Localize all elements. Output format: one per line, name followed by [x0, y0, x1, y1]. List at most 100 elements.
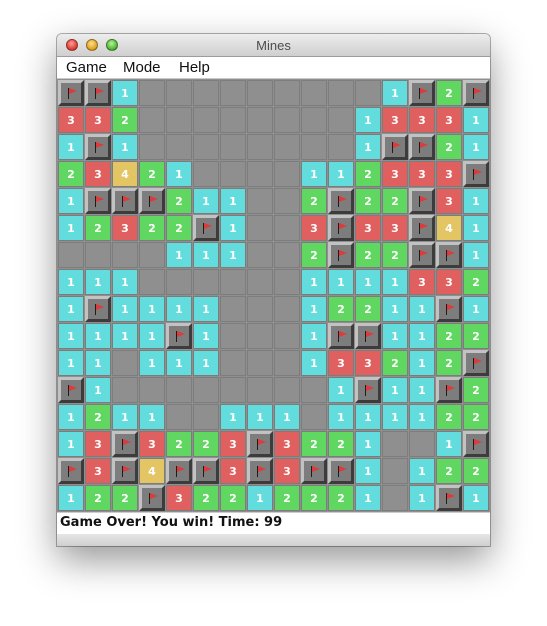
hidden-cell[interactable]	[139, 134, 165, 160]
hidden-cell[interactable]	[220, 134, 246, 160]
number-cell[interactable]: 1	[220, 188, 246, 214]
hidden-cell[interactable]	[328, 134, 354, 160]
number-cell[interactable]: 3	[355, 215, 381, 241]
number-cell[interactable]: 1	[220, 215, 246, 241]
number-cell[interactable]: 3	[85, 107, 111, 133]
number-cell[interactable]: 1	[436, 431, 462, 457]
number-cell[interactable]: 1	[139, 323, 165, 349]
number-cell[interactable]: 1	[220, 242, 246, 268]
hidden-cell[interactable]	[166, 107, 192, 133]
flagged-cell[interactable]	[409, 80, 435, 106]
number-cell[interactable]: 3	[220, 431, 246, 457]
flagged-cell[interactable]	[409, 188, 435, 214]
number-cell[interactable]: 4	[436, 215, 462, 241]
number-cell[interactable]: 1	[355, 431, 381, 457]
number-cell[interactable]: 2	[328, 431, 354, 457]
number-cell[interactable]: 1	[382, 80, 408, 106]
menu-game[interactable]: Game	[66, 59, 107, 76]
hidden-cell[interactable]	[220, 296, 246, 322]
number-cell[interactable]: 3	[301, 215, 327, 241]
hidden-cell[interactable]	[220, 323, 246, 349]
hidden-cell[interactable]	[382, 431, 408, 457]
number-cell[interactable]: 1	[463, 485, 489, 511]
number-cell[interactable]: 3	[85, 458, 111, 484]
flagged-cell[interactable]	[166, 323, 192, 349]
number-cell[interactable]: 2	[436, 134, 462, 160]
flagged-cell[interactable]	[139, 485, 165, 511]
hidden-cell[interactable]	[274, 377, 300, 403]
hidden-cell[interactable]	[220, 377, 246, 403]
number-cell[interactable]: 1	[112, 134, 138, 160]
flagged-cell[interactable]	[328, 323, 354, 349]
hidden-cell[interactable]	[274, 323, 300, 349]
number-cell[interactable]: 2	[382, 188, 408, 214]
number-cell[interactable]: 1	[85, 377, 111, 403]
number-cell[interactable]: 3	[85, 161, 111, 187]
number-cell[interactable]: 3	[436, 107, 462, 133]
flagged-cell[interactable]	[85, 80, 111, 106]
number-cell[interactable]: 2	[328, 485, 354, 511]
number-cell[interactable]: 1	[328, 161, 354, 187]
number-cell[interactable]: 1	[58, 134, 84, 160]
flagged-cell[interactable]	[328, 242, 354, 268]
number-cell[interactable]: 1	[247, 404, 273, 430]
flagged-cell[interactable]	[328, 215, 354, 241]
number-cell[interactable]: 2	[166, 215, 192, 241]
flagged-cell[interactable]	[328, 458, 354, 484]
number-cell[interactable]: 1	[58, 431, 84, 457]
number-cell[interactable]: 1	[409, 323, 435, 349]
number-cell[interactable]: 1	[463, 188, 489, 214]
flagged-cell[interactable]	[247, 431, 273, 457]
hidden-cell[interactable]	[166, 80, 192, 106]
hidden-cell[interactable]	[247, 161, 273, 187]
hidden-cell[interactable]	[139, 242, 165, 268]
number-cell[interactable]: 2	[355, 296, 381, 322]
number-cell[interactable]: 1	[355, 134, 381, 160]
flagged-cell[interactable]	[193, 215, 219, 241]
number-cell[interactable]: 2	[193, 431, 219, 457]
number-cell[interactable]: 2	[139, 215, 165, 241]
number-cell[interactable]: 1	[166, 242, 192, 268]
number-cell[interactable]: 1	[463, 215, 489, 241]
number-cell[interactable]: 1	[355, 485, 381, 511]
hidden-cell[interactable]	[274, 161, 300, 187]
number-cell[interactable]: 1	[58, 188, 84, 214]
flagged-cell[interactable]	[247, 458, 273, 484]
number-cell[interactable]: 1	[463, 134, 489, 160]
hidden-cell[interactable]	[301, 107, 327, 133]
hidden-cell[interactable]	[301, 134, 327, 160]
hidden-cell[interactable]	[247, 215, 273, 241]
hidden-cell[interactable]	[193, 134, 219, 160]
hidden-cell[interactable]	[382, 458, 408, 484]
flagged-cell[interactable]	[409, 134, 435, 160]
flagged-cell[interactable]	[409, 242, 435, 268]
number-cell[interactable]: 2	[166, 188, 192, 214]
hidden-cell[interactable]	[193, 377, 219, 403]
number-cell[interactable]: 1	[355, 107, 381, 133]
hidden-cell[interactable]	[328, 107, 354, 133]
number-cell[interactable]: 2	[463, 458, 489, 484]
hidden-cell[interactable]	[247, 269, 273, 295]
number-cell[interactable]: 1	[409, 404, 435, 430]
hidden-cell[interactable]	[112, 242, 138, 268]
number-cell[interactable]: 1	[355, 404, 381, 430]
number-cell[interactable]: 1	[382, 296, 408, 322]
number-cell[interactable]: 2	[328, 296, 354, 322]
hidden-cell[interactable]	[274, 80, 300, 106]
hidden-cell[interactable]	[112, 377, 138, 403]
number-cell[interactable]: 2	[220, 485, 246, 511]
number-cell[interactable]: 1	[193, 188, 219, 214]
number-cell[interactable]: 2	[355, 161, 381, 187]
hidden-cell[interactable]	[220, 107, 246, 133]
hidden-cell[interactable]	[166, 404, 192, 430]
number-cell[interactable]: 3	[274, 458, 300, 484]
flagged-cell[interactable]	[463, 350, 489, 376]
number-cell[interactable]: 2	[463, 377, 489, 403]
number-cell[interactable]: 1	[220, 404, 246, 430]
number-cell[interactable]: 3	[166, 485, 192, 511]
number-cell[interactable]: 3	[139, 431, 165, 457]
hidden-cell[interactable]	[247, 134, 273, 160]
number-cell[interactable]: 1	[112, 80, 138, 106]
hidden-cell[interactable]	[247, 107, 273, 133]
flagged-cell[interactable]	[301, 458, 327, 484]
